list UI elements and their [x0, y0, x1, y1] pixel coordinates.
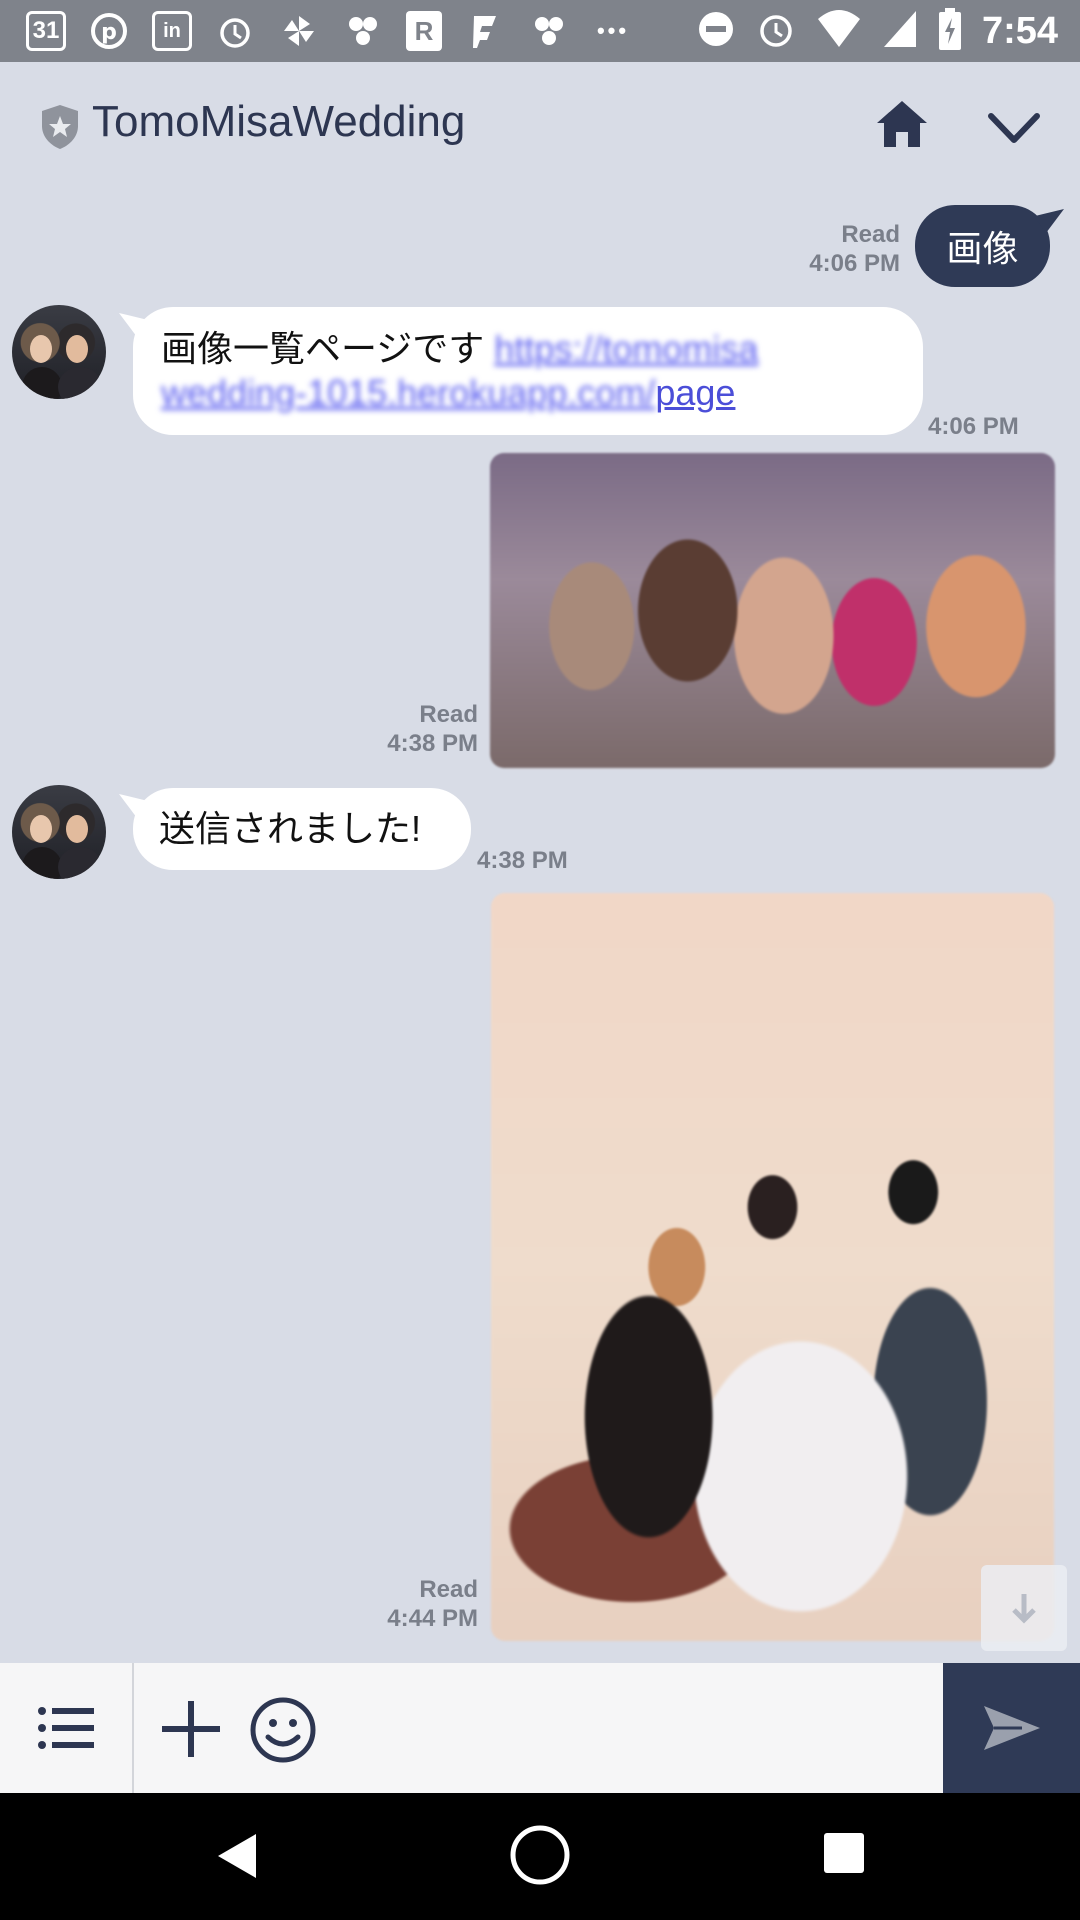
avatar[interactable]: [12, 785, 106, 879]
photo-message-image[interactable]: [491, 893, 1054, 1641]
message-input[interactable]: [340, 1683, 924, 1775]
flower-icon: [342, 10, 384, 52]
svg-text:p: p: [101, 20, 117, 45]
read-status: Read: [841, 221, 900, 248]
list-menu-button[interactable]: [0, 1663, 134, 1793]
pinterest-icon: p: [88, 10, 130, 52]
message-text: 画像一覧ページです: [161, 328, 495, 369]
photo-message-image[interactable]: [490, 453, 1055, 768]
recents-icon[interactable]: [822, 1831, 866, 1875]
chat-title: TomoMisaWedding: [92, 97, 466, 146]
message-time: 4:44 PM: [387, 1605, 478, 1632]
list-menu-icon: [38, 1707, 94, 1749]
message-link-blurred[interactable]: wedding-1015.herokuapp.com/: [161, 372, 655, 413]
do-not-disturb-icon: [696, 9, 736, 54]
message-meta: Read 4:44 PM: [387, 1575, 478, 1633]
calendar-date: 31: [32, 17, 60, 44]
incoming-message-bubble[interactable]: 画像一覧ページです https://tomomisa wedding-1015.h…: [133, 307, 923, 435]
emoji-icon[interactable]: [248, 1695, 318, 1765]
calendar-icon: 31: [26, 11, 66, 51]
chat-header: TomoMisaWedding: [0, 62, 1080, 188]
home-icon[interactable]: [875, 97, 929, 151]
status-bar: 31 p in R ••• 7:54: [0, 0, 1080, 62]
shield-star-icon: [42, 105, 78, 149]
chevron-down-icon[interactable]: [985, 102, 1043, 152]
alarm-icon: [214, 10, 256, 52]
signal-icon: [882, 9, 918, 54]
message-input-bar: [0, 1663, 1080, 1793]
message-meta: Read 4:38 PM: [387, 700, 478, 758]
message-time: 4:06 PM: [928, 413, 1019, 440]
message-time: 4:38 PM: [387, 730, 478, 757]
scroll-to-bottom-button[interactable]: [981, 1565, 1067, 1651]
wifi-icon: [816, 9, 862, 54]
home-nav-icon[interactable]: [508, 1823, 572, 1887]
alarm-icon: [756, 9, 796, 54]
send-icon: [983, 1706, 1040, 1750]
read-status: Read: [419, 701, 478, 728]
send-button[interactable]: [943, 1663, 1080, 1793]
plus-icon[interactable]: [158, 1699, 224, 1759]
message-text: 画像: [946, 228, 1019, 269]
flag-app-icon: [464, 10, 506, 52]
read-status: Read: [419, 1576, 478, 1603]
avatar[interactable]: [12, 305, 106, 399]
linkedin-icon: in: [152, 11, 192, 51]
back-icon[interactable]: [212, 1831, 260, 1881]
arrow-down-icon: [1012, 1594, 1036, 1624]
message-link[interactable]: page: [655, 372, 735, 413]
message-text: 送信されました!: [159, 808, 422, 849]
incoming-message-bubble[interactable]: 送信されました!: [133, 788, 471, 870]
navigation-bar: [0, 1793, 1080, 1920]
flower-icon: [528, 10, 570, 52]
outgoing-message-bubble[interactable]: 画像: [915, 205, 1050, 287]
more-icon: •••: [596, 18, 630, 43]
r-app-icon: R: [406, 11, 442, 51]
message-meta: Read 4:06 PM: [809, 220, 900, 278]
battery-charging-icon: [938, 7, 962, 55]
pinwheel-icon: [278, 10, 320, 52]
message-time: 4:38 PM: [477, 847, 568, 874]
message-link-blurred[interactable]: https://tomomisa: [494, 328, 758, 369]
clock-time: 7:54: [981, 9, 1058, 52]
message-time: 4:06 PM: [809, 250, 900, 277]
